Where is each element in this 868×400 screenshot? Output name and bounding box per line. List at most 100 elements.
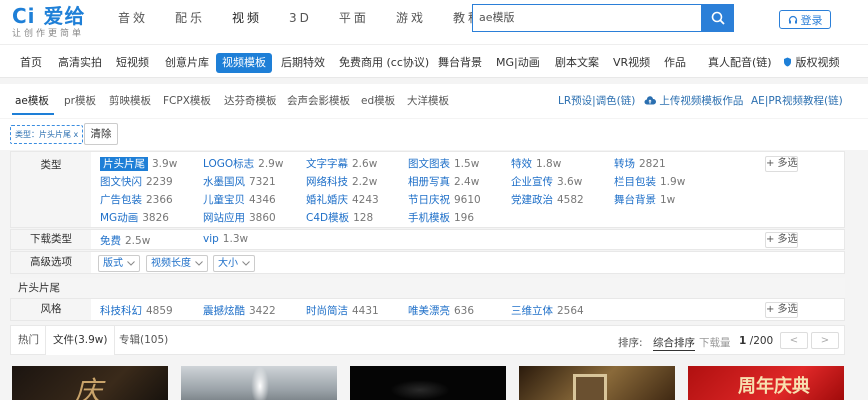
- section-title: 片头片尾: [10, 278, 845, 298]
- tab-albums[interactable]: 专辑(105): [112, 326, 175, 355]
- sort-comprehensive[interactable]: 综合排序: [653, 335, 695, 351]
- type-option[interactable]: 栏目包装 1.9w: [614, 174, 685, 189]
- type-option[interactable]: 手机模板 196: [408, 210, 474, 225]
- ae-pr-tutorial-link[interactable]: AE|PR视频教程(链): [751, 93, 843, 108]
- lr-preset-link[interactable]: LR预设|调色(链): [558, 93, 635, 108]
- cat-vr-video[interactable]: VR视频: [613, 53, 650, 73]
- tab-pr-template[interactable]: pr模板: [64, 93, 96, 108]
- topnav-graphic[interactable]: 平面: [339, 0, 369, 36]
- tab-davinci-template[interactable]: 达芬奇模板: [224, 93, 277, 108]
- template-thumbnail[interactable]: [350, 366, 506, 400]
- type-option[interactable]: 相册写真 2.4w: [408, 174, 479, 189]
- template-thumbnail[interactable]: [519, 366, 675, 400]
- tab-fcpx-template[interactable]: FCPX模板: [163, 93, 211, 108]
- size-dropdown[interactable]: 大小: [213, 255, 255, 272]
- topnav-3d[interactable]: 3D: [289, 0, 312, 36]
- upload-template-link[interactable]: 上传视频模板作品: [644, 93, 743, 108]
- cat-stage-background[interactable]: 舞台背景: [438, 53, 482, 73]
- site-logo[interactable]: Ci 爱给 让创作更简单: [12, 3, 92, 39]
- type-option[interactable]: 图文快闪 2239: [100, 174, 173, 189]
- cat-short-video[interactable]: 短视频: [116, 53, 149, 73]
- headset-icon: [788, 15, 797, 23]
- tab-ed-template[interactable]: ed模板: [361, 93, 395, 108]
- tab-jianying-template[interactable]: 剪映模板: [109, 93, 151, 108]
- video-length-dropdown[interactable]: 视频长度: [146, 255, 208, 272]
- thumbnail-caption: 周年庆典: [738, 376, 810, 397]
- style-option[interactable]: 时尚简洁 4431: [306, 303, 379, 318]
- template-thumbnail[interactable]: 周年庆典: [688, 366, 844, 400]
- cat-creative-library[interactable]: 创意片库: [165, 53, 209, 73]
- type-option[interactable]: 婚礼婚庆 4243: [306, 192, 379, 207]
- type-option[interactable]: 广告包装 2366: [100, 192, 173, 207]
- cat-works[interactable]: 作品: [664, 53, 686, 73]
- type-option[interactable]: 网站应用 3860: [203, 210, 276, 225]
- topnav-music[interactable]: 配乐: [175, 0, 205, 36]
- multi-select-button[interactable]: + 多选: [765, 156, 798, 172]
- tab-files[interactable]: 文件(3.9w): [45, 326, 116, 355]
- prev-page-button[interactable]: <: [780, 332, 808, 349]
- tab-hot[interactable]: 热门: [11, 326, 46, 355]
- header: Ci 爱给 让创作更简单 音效 配乐 视频 3D 平面 游戏 教程 ae模版 登…: [0, 0, 868, 44]
- type-option[interactable]: 水墨国风 7321: [203, 174, 276, 189]
- style-option[interactable]: 三维立体 2564: [511, 303, 584, 318]
- type-option[interactable]: 文字字幕 2.6w: [306, 156, 377, 171]
- layout-dropdown[interactable]: 版式: [98, 255, 140, 272]
- type-option[interactable]: 片头片尾 3.9w: [100, 156, 177, 171]
- cat-post-effects[interactable]: 后期特效: [281, 53, 325, 73]
- chevron-down-icon: [195, 261, 203, 266]
- type-option[interactable]: 党建政治 4582: [511, 192, 584, 207]
- advanced-options-label: 高级选项: [11, 252, 91, 273]
- advanced-options-row: 高级选项 版式 视频长度 大小: [10, 251, 845, 274]
- template-type-tabs: ae模板 pr模板 剪映模板 FCPX模板 达芬奇模板 会声会影模板 ed模板 …: [0, 84, 868, 118]
- topnav-video[interactable]: 视频: [232, 0, 262, 36]
- tab-huisheng-template[interactable]: 会声会影模板: [287, 93, 350, 108]
- type-option[interactable]: 儿童宝贝 4346: [203, 192, 276, 207]
- cat-mg-animation[interactable]: MG|动画: [496, 53, 540, 73]
- style-option[interactable]: 科技科幻 4859: [100, 303, 173, 318]
- active-filter-chip[interactable]: 类型：片头片尾 x: [10, 125, 84, 144]
- search-button[interactable]: [702, 4, 734, 32]
- cat-home[interactable]: 首页: [20, 53, 42, 73]
- type-option[interactable]: MG动画 3826: [100, 210, 169, 225]
- type-option[interactable]: LOGO标志 2.9w: [203, 156, 283, 171]
- type-option[interactable]: 节日庆祝 9610: [408, 192, 481, 207]
- cat-voice-over[interactable]: 真人配音(链): [708, 53, 772, 73]
- download-option-vip[interactable]: vip 1.3w: [203, 233, 248, 245]
- tab-ae-template[interactable]: ae模板: [15, 93, 49, 108]
- topnav-game[interactable]: 游戏: [396, 0, 426, 36]
- type-option[interactable]: 舞台背景 1w: [614, 192, 675, 207]
- type-option[interactable]: 特效 1.8w: [511, 156, 561, 171]
- chevron-down-icon: [127, 261, 135, 266]
- style-multi-select-button[interactable]: + 多选: [765, 302, 798, 318]
- cloud-upload-icon: [644, 96, 657, 105]
- active-filters: 类型：片头片尾 x 清除: [0, 119, 868, 150]
- cat-hd-footage[interactable]: 高清实拍: [58, 53, 102, 73]
- type-filter-label: 类型: [11, 152, 91, 227]
- cat-video-template[interactable]: 视频模板: [216, 53, 272, 73]
- type-option[interactable]: C4D模板 128: [306, 210, 373, 225]
- sort-label: 排序:: [618, 337, 643, 349]
- cat-copyright-video[interactable]: 版权视频: [783, 53, 840, 73]
- type-option[interactable]: 图文图表 1.5w: [408, 156, 479, 171]
- download-multi-select-button[interactable]: + 多选: [765, 232, 798, 248]
- shield-icon: [784, 57, 791, 67]
- type-filter-row: 类型 片头片尾 3.9w LOGO标志 2.9w 文字字幕 2.6w 图文图表 1.5w 特效 1…: [10, 151, 845, 228]
- cat-free-commercial[interactable]: 免费商用 (cc协议): [339, 53, 429, 73]
- style-option[interactable]: 震撼炫酷 3422: [203, 303, 276, 318]
- login-button[interactable]: 登录: [779, 10, 831, 29]
- type-option[interactable]: 企业宣传 3.6w: [511, 174, 582, 189]
- tab-dayang-template[interactable]: 大洋模板: [407, 93, 449, 108]
- type-option[interactable]: 转场 2821: [614, 156, 666, 171]
- search-input[interactable]: ae模版: [472, 4, 702, 32]
- cat-script[interactable]: 剧本文案: [555, 53, 599, 73]
- style-filter-label: 风格: [11, 299, 91, 320]
- download-option-free[interactable]: 免费 2.5w: [100, 233, 150, 248]
- next-page-button[interactable]: >: [811, 332, 839, 349]
- clear-filters-button[interactable]: 清除: [84, 123, 118, 145]
- sort-downloads[interactable]: 下载量: [699, 335, 731, 350]
- topnav-sound[interactable]: 音效: [118, 0, 148, 36]
- template-thumbnail[interactable]: [181, 366, 337, 400]
- type-option[interactable]: 网络科技 2.2w: [306, 174, 377, 189]
- style-option[interactable]: 唯美漂亮 636: [408, 303, 474, 318]
- template-thumbnail[interactable]: 庆: [12, 366, 168, 400]
